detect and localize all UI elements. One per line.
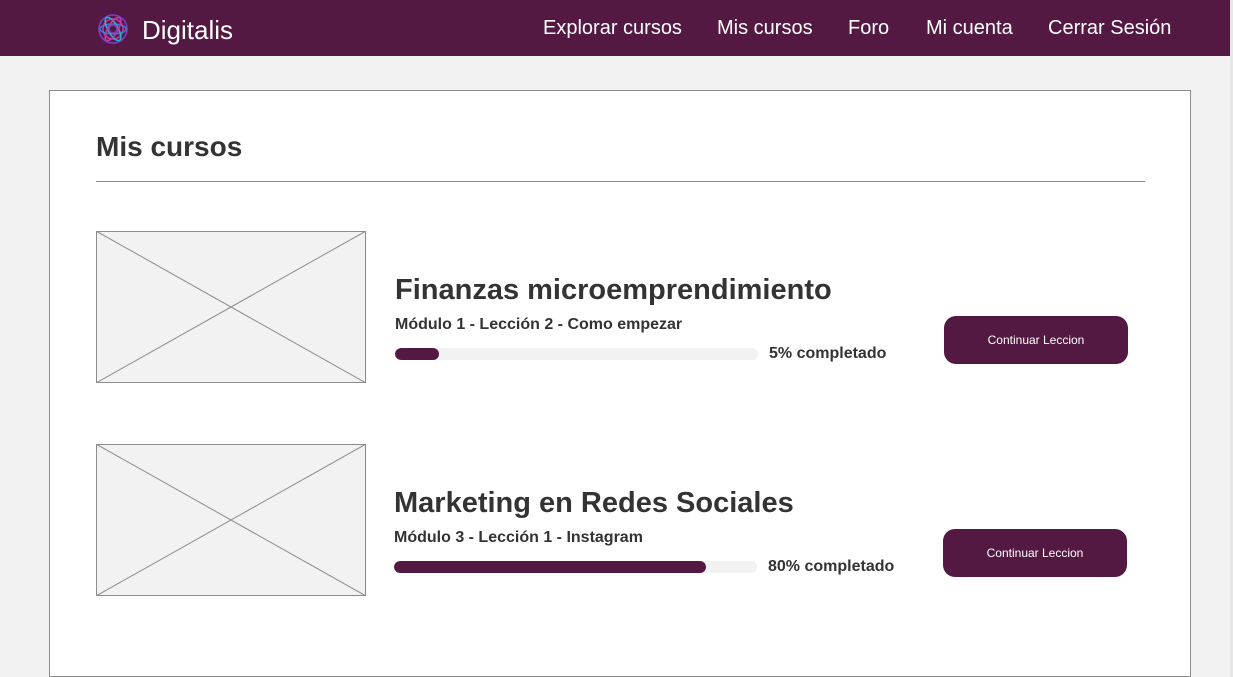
brand-name: Digitalis — [142, 15, 234, 45]
nav-cerrar-sesion[interactable]: Cerrar Sesión — [1048, 16, 1171, 40]
nav-mi-cuenta[interactable]: Mi cuenta — [926, 16, 1013, 40]
courses-card: Mis cursos Finanzas microemprendimiento … — [49, 90, 1191, 677]
course-title: Finanzas microemprendimiento — [395, 274, 832, 306]
title-divider — [96, 181, 1145, 182]
image-placeholder-icon — [96, 444, 366, 596]
nav-explorar-cursos[interactable]: Explorar cursos — [543, 16, 682, 40]
progress-bar — [394, 561, 757, 573]
brand-logo-link[interactable]: Digitalis — [96, 12, 233, 46]
continue-lesson-button[interactable]: Continuar Leccion — [944, 316, 1128, 364]
flower-mandala-icon — [98, 14, 128, 44]
course-lesson: Módulo 3 - Lección 1 - Instagram — [394, 529, 643, 546]
top-navbar: Digitalis Explorar cursos Mis cursos For… — [0, 0, 1230, 56]
image-placeholder-icon — [96, 231, 366, 383]
progress-bar — [395, 348, 758, 360]
nav-mis-cursos[interactable]: Mis cursos — [717, 16, 813, 40]
course-lesson: Módulo 1 - Lección 2 - Como empezar — [395, 316, 683, 333]
course-item: Finanzas microemprendimiento Módulo 1 - … — [50, 231, 1190, 385]
course-item: Marketing en Redes Sociales Módulo 3 - L… — [50, 444, 1190, 598]
progress-fill — [394, 561, 707, 573]
progress-fill — [395, 348, 439, 360]
progress-text: 5% completado — [769, 345, 887, 362]
course-title: Marketing en Redes Sociales — [394, 487, 794, 519]
page-title: Mis cursos — [96, 131, 243, 162]
continue-lesson-button[interactable]: Continuar Leccion — [943, 529, 1127, 577]
progress-text: 80% completado — [768, 558, 895, 575]
nav-foro[interactable]: Foro — [848, 16, 889, 40]
